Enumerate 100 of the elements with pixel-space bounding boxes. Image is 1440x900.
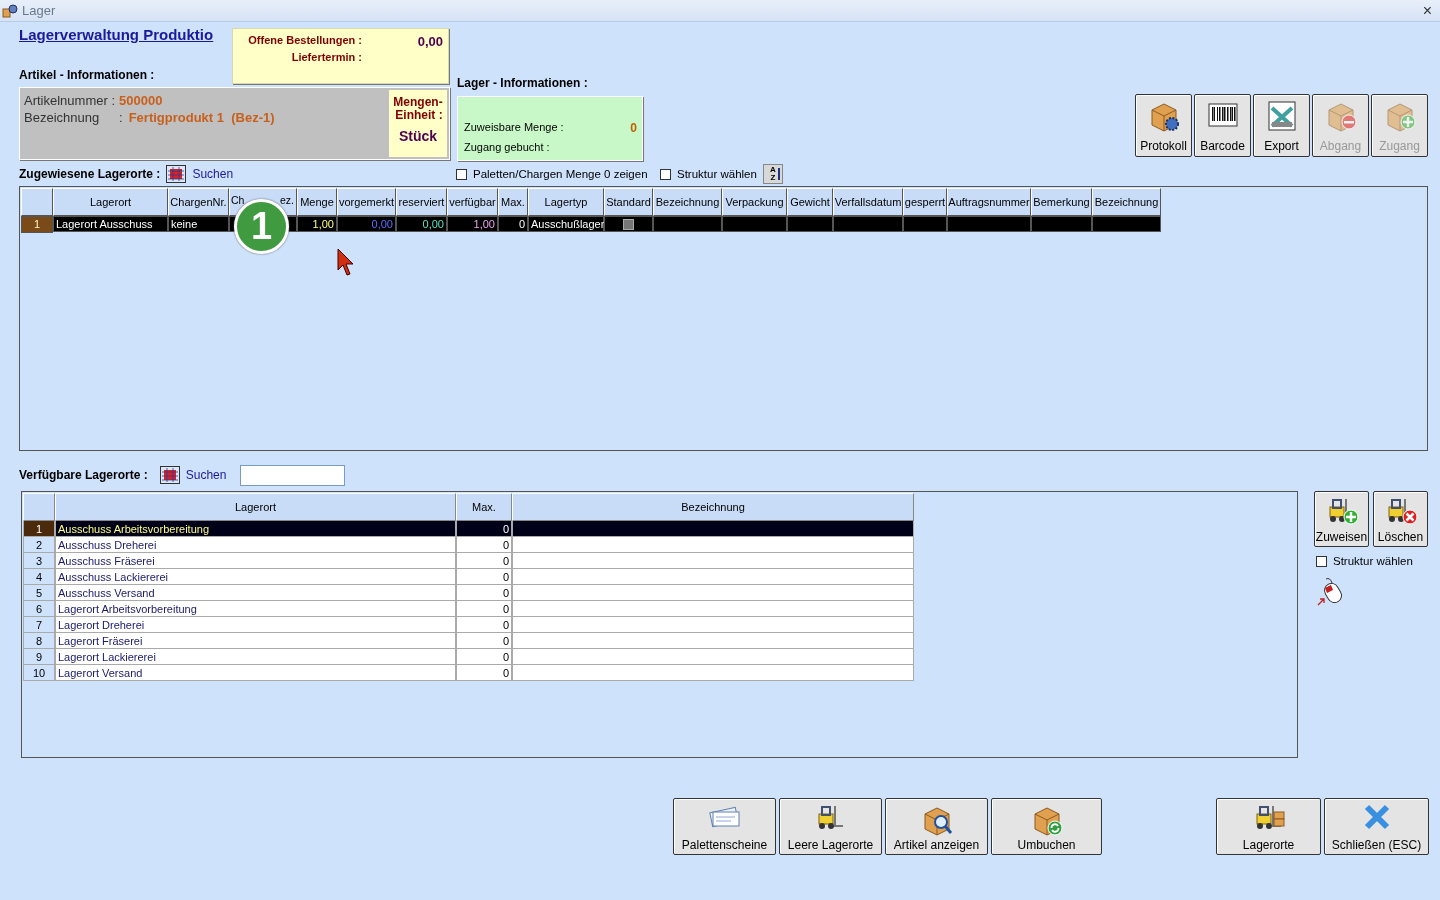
- column-header[interactable]: Menge: [297, 188, 337, 216]
- article-name-label: Bezeichnung: [24, 110, 101, 125]
- toolbar-button[interactable]: Export: [1253, 94, 1310, 157]
- table-cell: 0: [456, 617, 512, 633]
- toolbar-button[interactable]: Barcode: [1194, 94, 1251, 157]
- table-cell: 0: [456, 537, 512, 553]
- table-cell: 0: [456, 601, 512, 617]
- unit-label: Mengen- Einheit :: [393, 96, 443, 122]
- table-row[interactable]: 5 Ausschuss Versand 0: [23, 585, 1296, 601]
- table-cell: Ausschuss Fräserei: [55, 553, 456, 569]
- row-number: 3: [23, 553, 55, 569]
- article-number: 500000: [119, 93, 164, 108]
- column-header[interactable]: ChargenNr.: [168, 188, 229, 216]
- action-button[interactable]: Umbuchen: [991, 798, 1102, 855]
- close-button[interactable]: ×: [1420, 1, 1434, 20]
- separator-colon: :: [119, 110, 123, 125]
- zero-quantity-checkbox[interactable]: Paletten/Chargen Menge 0 zeigen: [456, 168, 660, 180]
- app-icon: [2, 2, 18, 19]
- row-number: 4: [23, 569, 55, 585]
- table-cell: Ausschuss Versand: [55, 585, 456, 601]
- heading-link[interactable]: Lagerverwaltung Produktio: [19, 26, 214, 43]
- structure-checkbox[interactable]: Struktur wählen: [1316, 555, 1428, 567]
- table-cell: 0,00: [337, 216, 396, 232]
- open-orders-value: 0,00: [416, 34, 443, 49]
- table-cell: 0,00: [396, 216, 447, 232]
- column-header[interactable]: Bezeichnung: [653, 188, 722, 216]
- table-cell: Lagerort Fräserei: [55, 633, 456, 649]
- table-cell: 1,00: [297, 216, 337, 232]
- table-icon[interactable]: [159, 466, 180, 484]
- table-cell: 1,00: [447, 216, 498, 232]
- column-header[interactable]: Gewicht: [787, 188, 833, 216]
- column-header[interactable]: Standard: [604, 188, 653, 216]
- posted-label: Zugang gebucht :: [464, 141, 551, 153]
- table-cell: Lagerort Lackiererei: [55, 649, 456, 665]
- row-number: 2: [23, 537, 55, 553]
- header-corner: [21, 188, 53, 216]
- assignable-value: 0: [630, 121, 637, 135]
- window-title: Lager: [22, 3, 56, 18]
- table-row[interactable]: 1 Ausschuss Arbeitsvorbereitung 0: [23, 521, 1296, 537]
- column-header[interactable]: gesperrt: [903, 188, 947, 216]
- side-button[interactable]: Zuweisen: [1314, 491, 1369, 547]
- search-link[interactable]: Suchen: [192, 167, 234, 181]
- row-number: 10: [23, 665, 55, 681]
- row-number: 6: [23, 601, 55, 617]
- column-header[interactable]: Lagerort: [53, 188, 168, 216]
- column-header[interactable]: reserviert: [396, 188, 447, 216]
- open-orders-label: Offene Bestellungen :: [247, 34, 362, 48]
- table-row[interactable]: 10 Lagerort Versand 0: [23, 665, 1296, 681]
- column-header[interactable]: Bezeichnung: [1092, 188, 1161, 216]
- table-cell: Ausschuss Arbeitsvorbereitung: [55, 521, 456, 537]
- header-corner: [23, 493, 55, 521]
- structure-checkbox[interactable]: Struktur wählen: [660, 168, 757, 180]
- side-button[interactable]: Löschen: [1373, 491, 1428, 547]
- table-row[interactable]: 7 Lagerort Dreherei 0: [23, 617, 1296, 633]
- column-header[interactable]: Max.: [498, 188, 528, 216]
- table-row[interactable]: 8 Lagerort Fräserei 0: [23, 633, 1296, 649]
- table-cell: 0: [456, 649, 512, 665]
- table-cell: 0: [456, 521, 512, 537]
- article-name: Fertigprodukt 1 (Bez-1): [128, 110, 275, 125]
- search-field[interactable]: [240, 464, 346, 486]
- table-icon[interactable]: [166, 165, 187, 183]
- column-header[interactable]: Max.: [456, 493, 512, 521]
- column-header[interactable]: verfügbar: [447, 188, 498, 216]
- column-header[interactable]: Verpackung: [722, 188, 787, 216]
- toolbar-button[interactable]: Protokoll: [1135, 94, 1192, 157]
- table-cell: 0: [456, 633, 512, 649]
- checkbox[interactable]: [623, 218, 634, 230]
- row-number: 8: [23, 633, 55, 649]
- table-row[interactable]: 9 Lagerort Lackiererei 0: [23, 649, 1296, 665]
- column-header[interactable]: Auftragsnummer: [947, 188, 1031, 216]
- action-button[interactable]: Palettenscheine: [673, 798, 776, 855]
- column-header[interactable]: Verfallsdatum: [833, 188, 903, 216]
- column-header[interactable]: Lagertyp: [528, 188, 604, 216]
- table-cell: Ausschuss Dreherei: [55, 537, 456, 553]
- action-button[interactable]: Leere Lagerorte: [779, 798, 882, 855]
- delivery-date-label: Liefertermin :: [290, 51, 362, 63]
- section-label: Zugewiesene Lagerorte :: [19, 167, 161, 181]
- table-row[interactable]: 4 Ausschuss Lackiererei 0: [23, 569, 1296, 585]
- row-number: 1: [23, 521, 55, 537]
- action-button[interactable]: Lagerorte: [1216, 798, 1321, 855]
- column-header[interactable]: Bemerkung: [1031, 188, 1092, 216]
- column-header[interactable]: vorgemerkt: [337, 188, 396, 216]
- section-label: Verfügbare Lagerorte :: [19, 468, 148, 482]
- table-row[interactable]: 2 Ausschuss Dreherei 0: [23, 537, 1296, 553]
- table-cell: Lagerort Arbeitsvorbereitung: [55, 601, 456, 617]
- table-cell: Ausschuss Lackiererei: [55, 569, 456, 585]
- table-cell: 0: [456, 585, 512, 601]
- table-cell: Lagerort Versand: [55, 665, 456, 681]
- table-row[interactable]: 3 Ausschuss Fräserei 0: [23, 553, 1296, 569]
- row-number: 9: [23, 649, 55, 665]
- action-button[interactable]: Artikel anzeigen: [885, 798, 988, 855]
- table-cell: 0: [456, 553, 512, 569]
- table-cell: Lagerort Dreherei: [55, 617, 456, 633]
- action-button[interactable]: Schließen (ESC): [1324, 798, 1429, 855]
- sort-button[interactable]: A Z: [762, 164, 783, 184]
- column-header[interactable]: Bezeichnung: [512, 493, 914, 521]
- table-row[interactable]: 6 Lagerort Arbeitsvorbereitung 0: [23, 601, 1296, 617]
- column-header[interactable]: Lagerort: [55, 493, 456, 521]
- row-number: 5: [23, 585, 55, 601]
- search-link[interactable]: Suchen: [185, 468, 227, 482]
